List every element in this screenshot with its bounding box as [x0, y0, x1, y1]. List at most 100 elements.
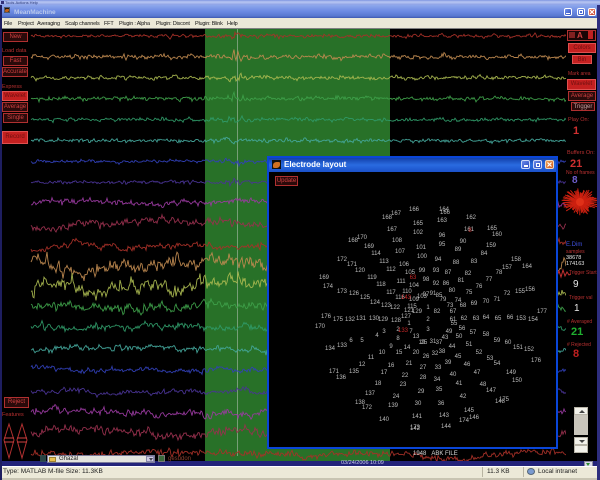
- svg-text:95: 95: [439, 242, 446, 248]
- svg-text:36: 36: [438, 401, 445, 407]
- svg-text:84: 84: [481, 251, 488, 257]
- svg-text:98: 98: [423, 277, 430, 283]
- svg-text:83: 83: [471, 259, 478, 265]
- svg-text:3: 3: [382, 329, 386, 335]
- svg-text:82: 82: [434, 309, 441, 315]
- svg-text:173: 173: [410, 425, 421, 431]
- svg-text:66: 66: [507, 315, 514, 321]
- svg-text:169: 169: [364, 244, 375, 250]
- svg-text:69: 69: [471, 301, 478, 307]
- svg-text:126: 126: [349, 291, 360, 297]
- svg-text:90: 90: [460, 239, 467, 245]
- svg-text:70: 70: [483, 299, 490, 305]
- svg-text:123: 123: [381, 303, 392, 309]
- svg-text:2: 2: [426, 317, 430, 323]
- svg-text:112: 112: [386, 267, 396, 273]
- svg-text:49: 49: [446, 329, 453, 335]
- svg-text:40: 40: [450, 372, 457, 378]
- svg-text:127: 127: [401, 314, 412, 320]
- svg-text:177: 177: [537, 309, 548, 315]
- svg-text:27: 27: [420, 365, 427, 371]
- svg-text:157: 157: [502, 265, 513, 271]
- svg-text:176: 176: [531, 358, 542, 364]
- svg-text:172: 172: [362, 405, 373, 411]
- svg-text:146: 146: [469, 415, 480, 421]
- svg-text:25: 25: [421, 340, 428, 346]
- svg-text:114: 114: [371, 251, 381, 257]
- svg-text:153: 153: [516, 316, 527, 322]
- svg-text:147: 147: [486, 388, 497, 394]
- svg-text:163: 163: [437, 218, 448, 224]
- svg-text:100: 100: [417, 254, 428, 260]
- svg-text:152: 152: [524, 347, 535, 353]
- svg-text:63: 63: [473, 316, 480, 322]
- svg-text:119: 119: [367, 275, 377, 281]
- svg-text:10: 10: [379, 350, 386, 356]
- svg-text:46: 46: [464, 362, 471, 368]
- svg-text:35: 35: [436, 387, 443, 393]
- svg-text:133: 133: [398, 328, 409, 334]
- svg-text:158: 158: [511, 257, 522, 263]
- svg-text:63: 63: [410, 275, 417, 281]
- svg-text:30: 30: [415, 401, 422, 407]
- svg-text:64: 64: [483, 315, 490, 321]
- svg-text:62: 62: [461, 316, 468, 322]
- svg-text:50: 50: [456, 334, 463, 340]
- svg-text:128: 128: [391, 318, 402, 324]
- svg-text:82: 82: [465, 271, 472, 277]
- svg-text:91: 91: [430, 291, 437, 297]
- svg-text:170: 170: [315, 324, 326, 330]
- svg-text:108: 108: [392, 238, 403, 244]
- svg-text:154: 154: [528, 317, 539, 323]
- svg-text:151: 151: [513, 345, 524, 351]
- svg-text:41: 41: [456, 381, 463, 387]
- svg-text:3: 3: [426, 327, 430, 333]
- svg-text:33: 33: [435, 365, 442, 371]
- svg-text:29: 29: [418, 389, 425, 395]
- svg-text:129: 129: [378, 317, 389, 323]
- svg-text:93: 93: [433, 268, 440, 274]
- svg-text:173: 173: [337, 289, 348, 295]
- svg-text:130: 130: [369, 316, 380, 322]
- svg-text:16: 16: [388, 363, 395, 369]
- svg-text:72: 72: [504, 291, 511, 297]
- svg-text:175: 175: [499, 397, 510, 403]
- svg-text:18: 18: [375, 381, 382, 387]
- svg-text:45: 45: [455, 354, 462, 360]
- svg-text:17: 17: [381, 370, 388, 376]
- svg-text:170: 170: [357, 235, 368, 241]
- svg-text:74: 74: [455, 298, 462, 304]
- svg-text:92: 92: [433, 281, 440, 287]
- svg-text:81: 81: [458, 278, 465, 284]
- svg-text:71: 71: [494, 297, 501, 303]
- svg-text:162: 162: [466, 215, 477, 221]
- svg-text:174: 174: [459, 418, 470, 424]
- svg-text:131: 131: [356, 316, 367, 322]
- svg-text:23: 23: [400, 382, 407, 388]
- svg-text:99: 99: [419, 268, 426, 274]
- svg-text:171: 171: [329, 369, 340, 375]
- svg-text:134: 134: [325, 346, 336, 352]
- svg-text:139: 139: [388, 403, 399, 409]
- svg-text:174: 174: [323, 284, 334, 290]
- svg-text:124: 124: [370, 300, 381, 306]
- svg-text:75: 75: [466, 290, 473, 296]
- svg-text:141: 141: [412, 414, 423, 420]
- svg-text:85: 85: [436, 293, 443, 299]
- svg-text:96: 96: [439, 233, 446, 239]
- svg-text:143: 143: [401, 295, 412, 301]
- svg-text:28: 28: [420, 375, 427, 381]
- svg-text:101: 101: [416, 245, 427, 251]
- svg-text:167: 167: [391, 211, 402, 217]
- svg-text:132: 132: [345, 317, 356, 323]
- svg-text:120: 120: [355, 268, 366, 274]
- svg-text:135: 135: [349, 369, 360, 375]
- svg-text:144: 144: [441, 424, 452, 430]
- svg-text:111: 111: [396, 279, 406, 285]
- svg-text:20: 20: [413, 350, 420, 356]
- svg-text:42: 42: [460, 394, 467, 400]
- svg-text:86: 86: [443, 281, 450, 287]
- svg-text:56: 56: [459, 326, 466, 332]
- svg-text:113: 113: [379, 259, 389, 265]
- svg-text:87: 87: [445, 270, 452, 276]
